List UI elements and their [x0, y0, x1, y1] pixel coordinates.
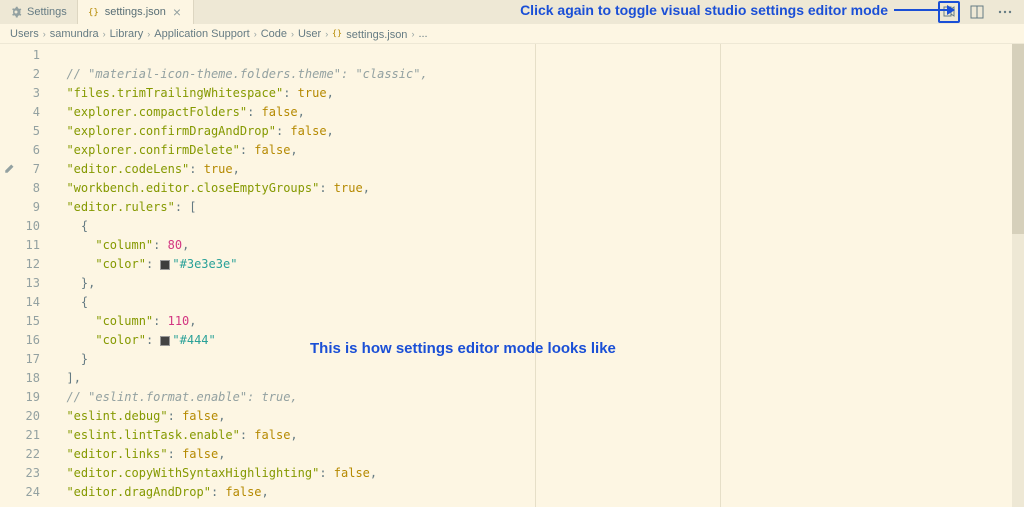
code-line[interactable]: "explorer.compactFolders": false,	[48, 103, 1024, 122]
code-line[interactable]: // "eslint.format.enable": true,	[48, 388, 1024, 407]
chevron-right-icon: ›	[147, 29, 150, 39]
line-number: 3	[16, 84, 40, 103]
tab-settings[interactable]: Settings	[0, 0, 78, 24]
vertical-scrollbar[interactable]	[1012, 44, 1024, 507]
code-line[interactable]: "column": 110,	[48, 312, 1024, 331]
line-number: 9	[16, 198, 40, 217]
line-number: 15	[16, 312, 40, 331]
code-line[interactable]: "explorer.confirmDragAndDrop": false,	[48, 122, 1024, 141]
code-line[interactable]: "color": "#444"	[48, 331, 1024, 350]
breadcrumb-segment[interactable]: samundra	[50, 28, 99, 40]
chevron-right-icon: ›	[103, 29, 106, 39]
breadcrumb-segment[interactable]: Application Support	[154, 28, 249, 40]
breadcrumb-segment[interactable]: ...	[418, 28, 427, 40]
line-number: 17	[16, 350, 40, 369]
editor-ruler	[720, 44, 721, 507]
line-number: 18	[16, 369, 40, 388]
code-line[interactable]: "files.trimTrailingWhitespace": true,	[48, 84, 1024, 103]
line-number: 10	[16, 217, 40, 236]
code-line[interactable]: }	[48, 350, 1024, 369]
chevron-right-icon: ›	[411, 29, 414, 39]
glyph-margin	[0, 44, 16, 507]
pencil-icon[interactable]	[3, 163, 15, 175]
code-line[interactable]: "editor.dragAndDrop": false,	[48, 483, 1024, 502]
line-number: 14	[16, 293, 40, 312]
line-number: 24	[16, 483, 40, 502]
more-actions-icon[interactable]	[994, 1, 1016, 23]
code-line[interactable]	[48, 46, 1024, 65]
code-line[interactable]: ],	[48, 369, 1024, 388]
breadcrumb-segment[interactable]: Users	[10, 28, 39, 40]
tab-actions	[938, 0, 1024, 24]
line-number: 4	[16, 103, 40, 122]
breadcrumb-segment[interactable]: Code	[261, 28, 287, 40]
chevron-right-icon: ›	[43, 29, 46, 39]
chevron-right-icon: ›	[291, 29, 294, 39]
code-line[interactable]: {	[48, 293, 1024, 312]
code-line[interactable]: "explorer.confirmDelete": false,	[48, 141, 1024, 160]
open-settings-ui-icon[interactable]	[938, 1, 960, 23]
split-editor-icon[interactable]	[966, 1, 988, 23]
tab-label: settings.json	[105, 6, 166, 18]
line-number: 16	[16, 331, 40, 350]
line-number: 8	[16, 179, 40, 198]
breadcrumb-segment[interactable]: Library	[110, 28, 144, 40]
editor-ruler	[535, 44, 536, 507]
color-swatch-icon[interactable]	[160, 260, 170, 270]
code-line[interactable]: "editor.codeLens": true,	[48, 160, 1024, 179]
breadcrumb-segment[interactable]: User	[298, 28, 321, 40]
line-number: 5	[16, 122, 40, 141]
code-line[interactable]: "eslint.lintTask.enable": false,	[48, 426, 1024, 445]
code-line[interactable]: // "material-icon-theme.folders.theme": …	[48, 65, 1024, 84]
line-number: 22	[16, 445, 40, 464]
line-number: 21	[16, 426, 40, 445]
tab-bar: Settings {} settings.json ×	[0, 0, 1024, 24]
gear-icon	[10, 6, 22, 18]
close-icon[interactable]: ×	[171, 6, 183, 18]
code-line[interactable]: {	[48, 217, 1024, 236]
svg-text:{}: {}	[88, 8, 99, 18]
code-line[interactable]: "column": 80,	[48, 236, 1024, 255]
tab-label: Settings	[27, 6, 67, 18]
line-number: 23	[16, 464, 40, 483]
line-number: 1	[16, 46, 40, 65]
line-number: 2	[16, 65, 40, 84]
code-line[interactable]: "color": "#3e3e3e"	[48, 255, 1024, 274]
code-line[interactable]: },	[48, 274, 1024, 293]
line-number: 20	[16, 407, 40, 426]
code-line[interactable]: "eslint.debug": false,	[48, 407, 1024, 426]
json-braces-icon: {}	[88, 6, 100, 18]
code-line[interactable]: "workbench.editor.closeEmptyGroups": tru…	[48, 179, 1024, 198]
line-number-gutter: 123456789101112131415161718192021222324	[16, 44, 48, 507]
tab-settings-json[interactable]: {} settings.json ×	[78, 0, 194, 24]
breadcrumb[interactable]: Users›samundra›Library›Application Suppo…	[0, 24, 1024, 44]
line-number: 6	[16, 141, 40, 160]
chevron-right-icon: ›	[254, 29, 257, 39]
line-number: 11	[16, 236, 40, 255]
code-line[interactable]: "editor.copyWithSyntaxHighlighting": fal…	[48, 464, 1024, 483]
code-content[interactable]: // "material-icon-theme.folders.theme": …	[48, 44, 1024, 507]
code-line[interactable]: "editor.links": false,	[48, 445, 1024, 464]
line-number: 7	[16, 160, 40, 179]
scrollbar-thumb[interactable]	[1012, 44, 1024, 234]
chevron-right-icon: ›	[325, 29, 328, 39]
editor-area: 123456789101112131415161718192021222324 …	[0, 44, 1024, 507]
code-line[interactable]: "editor.rulers": [	[48, 198, 1024, 217]
line-number: 12	[16, 255, 40, 274]
color-swatch-icon[interactable]	[160, 336, 170, 346]
line-number: 13	[16, 274, 40, 293]
svg-text:{}: {}	[332, 27, 342, 37]
breadcrumb-segment[interactable]: {} settings.json	[332, 27, 407, 41]
line-number: 19	[16, 388, 40, 407]
